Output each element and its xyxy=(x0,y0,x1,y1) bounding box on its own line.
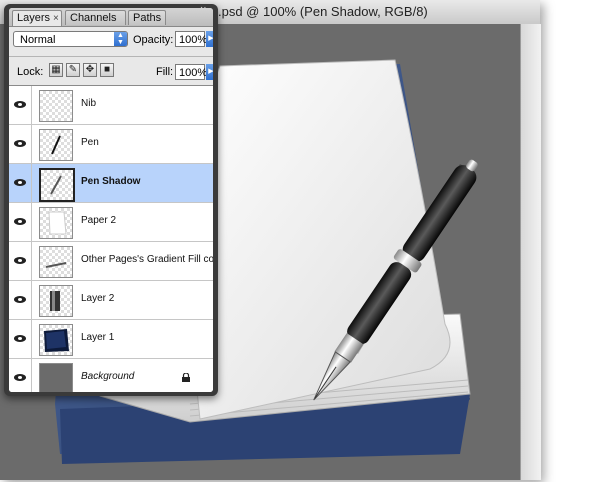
visibility-toggle[interactable] xyxy=(9,86,32,124)
tab-layers[interactable]: Layers × xyxy=(12,10,62,26)
layer-thumbnail xyxy=(39,363,73,392)
tab-close-icon[interactable]: × xyxy=(53,13,59,24)
eye-icon xyxy=(14,140,26,147)
layers-palette: × Layers× Channels Paths Normal ▲▼ Opaci… xyxy=(4,4,218,396)
opacity-label: Opacity: xyxy=(133,34,174,46)
layer-name: Layer 2 xyxy=(81,293,115,304)
lock-position-button[interactable]: ✥ xyxy=(83,63,97,77)
layer-name: Other Pages's Gradient Fill co... xyxy=(81,254,213,265)
lock-label: Lock: xyxy=(17,66,44,78)
eye-icon xyxy=(14,179,26,186)
tab-channels[interactable]: Channels xyxy=(65,10,126,25)
layer-thumbnail xyxy=(39,129,73,161)
eye-icon xyxy=(14,374,26,381)
select-arrows-icon: ▲ ▼ xyxy=(114,32,127,46)
layer-thumbnail xyxy=(39,285,73,317)
eye-icon xyxy=(14,218,26,225)
eye-icon xyxy=(14,257,26,264)
layer-list: Nib Pen Pen Shadow Paper 2 Other Pages's… xyxy=(9,86,213,392)
document-title: .psd @ 100% (Pen Shadow, RGB/8) xyxy=(218,4,428,19)
layer-row-nib[interactable]: Nib xyxy=(9,86,213,125)
opacity-slider-arrow-icon[interactable]: ▶ xyxy=(206,31,213,47)
blend-row: Normal ▲ ▼ Opacity: 100% ▶ xyxy=(9,27,213,53)
visibility-toggle[interactable] xyxy=(9,242,32,280)
layer-name: Pen xyxy=(81,137,99,148)
visibility-toggle[interactable] xyxy=(9,320,32,358)
layer-thumbnail xyxy=(39,90,73,122)
tab-layers-label: Layers xyxy=(17,12,51,24)
layer-row-layer-1[interactable]: Layer 1 xyxy=(9,320,213,359)
fill-input[interactable]: 100% xyxy=(175,64,207,80)
layer-name: Paper 2 xyxy=(81,215,117,226)
blend-mode-value: Normal xyxy=(20,34,56,46)
layer-thumbnail xyxy=(39,168,75,202)
lock-transparency-button[interactable]: ▦ xyxy=(49,63,63,77)
layer-row-gradient-fill[interactable]: Other Pages's Gradient Fill co... xyxy=(9,242,213,281)
blend-mode-select[interactable]: Normal ▲ ▼ xyxy=(13,31,128,47)
visibility-toggle[interactable] xyxy=(9,359,32,392)
tab-channels-label: Channels xyxy=(70,12,117,24)
layer-name: Nib xyxy=(81,98,97,109)
layer-name: Background xyxy=(81,371,135,382)
opacity-input[interactable]: 100% xyxy=(175,31,207,47)
lock-all-button[interactable]: ■ xyxy=(100,63,114,77)
lock-row: Lock: ▦ ✎ ✥ ■ Fill: 100% ▶ xyxy=(9,56,213,86)
layer-thumbnail xyxy=(39,207,73,239)
visibility-toggle[interactable] xyxy=(9,281,32,319)
lock-image-pixels-button[interactable]: ✎ xyxy=(66,63,80,77)
visibility-toggle[interactable] xyxy=(9,203,32,241)
layer-row-pen[interactable]: Pen xyxy=(9,125,213,164)
layer-row-pen-shadow[interactable]: Pen Shadow xyxy=(9,164,213,203)
fill-label: Fill: xyxy=(156,66,174,78)
eye-icon xyxy=(14,296,26,303)
palette-tab-bar: Layers × Channels Paths xyxy=(9,8,213,27)
layers-palette-body: Layers × Channels Paths Normal ▲ ▼ Opacity… xyxy=(9,8,213,392)
eye-icon xyxy=(14,335,26,342)
eye-icon xyxy=(14,101,26,108)
layer-thumbnail xyxy=(39,246,73,278)
layer-row-paper-2[interactable]: Paper 2 xyxy=(9,203,213,242)
layer-row-layer-2[interactable]: Layer 2 xyxy=(9,281,213,320)
layer-thumbnail xyxy=(39,324,73,356)
fill-slider-arrow-icon[interactable]: ▶ xyxy=(206,64,213,80)
visibility-toggle[interactable] xyxy=(9,125,32,163)
tab-paths[interactable]: Paths xyxy=(128,10,166,25)
layer-name: Pen Shadow xyxy=(81,176,141,187)
layer-row-background[interactable]: Background xyxy=(9,359,213,392)
lock-icon xyxy=(182,373,190,382)
visibility-toggle[interactable] xyxy=(9,164,32,202)
layer-name: Layer 1 xyxy=(81,332,115,343)
tab-paths-label: Paths xyxy=(133,12,162,24)
vertical-scrollbar[interactable] xyxy=(520,24,541,480)
